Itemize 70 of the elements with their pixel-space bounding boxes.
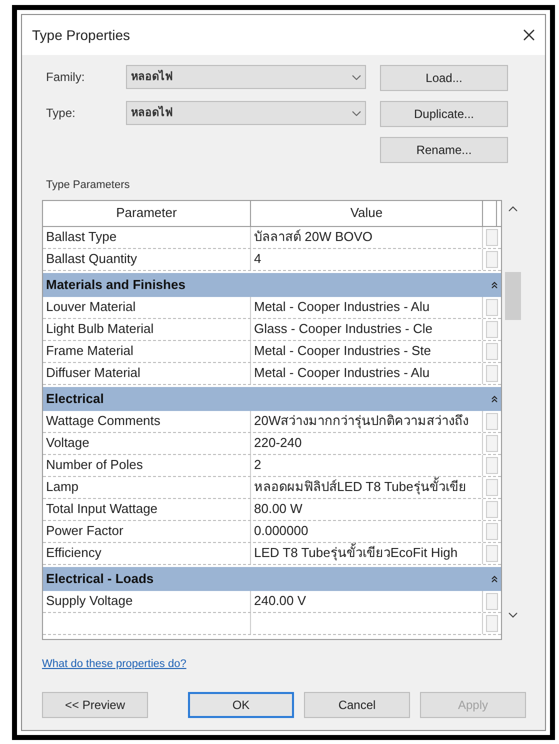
- cell-button[interactable]: [486, 250, 498, 268]
- table-cell: 220-240: [251, 432, 483, 454]
- table-cell: 80.00 W: [251, 498, 483, 520]
- field-label: Type:: [46, 105, 76, 122]
- table-cell: 20Wสว่างมากกว่ารุ่นปกติความสว่างถึง: [251, 410, 483, 432]
- cell-button[interactable]: [486, 364, 498, 382]
- group-header[interactable]: Electrical - Loads: [43, 566, 501, 590]
- column-header: Parameter: [43, 200, 251, 226]
- close-icon[interactable]: [523, 29, 535, 41]
- field-label: Family:: [46, 69, 86, 86]
- table-cell: 0.000000: [251, 520, 483, 542]
- dialog-button[interactable]: Cancel: [304, 692, 410, 718]
- cell-button[interactable]: [486, 342, 498, 360]
- cell-button[interactable]: [486, 592, 498, 610]
- table-cell: Lamp: [43, 476, 251, 498]
- table-cell: บัลลาสต์ 20W BOVO: [251, 226, 483, 248]
- cell-button[interactable]: [486, 544, 498, 562]
- column-header: Value: [251, 200, 483, 226]
- dialog-button[interactable]: OK: [188, 692, 294, 718]
- cell-button[interactable]: [486, 228, 498, 246]
- side-button[interactable]: Load...: [380, 65, 508, 91]
- help-link[interactable]: What do these properties do?: [42, 656, 525, 672]
- table-cell: Glass - Cooper Industries - Cle: [251, 318, 483, 340]
- table-cell: Metal - Cooper Industries - Alu: [251, 362, 483, 384]
- group-header[interactable]: Electrical: [43, 386, 501, 410]
- table-cell: หลอดผมฟิลิปส์LED T8 Tubeรุ่นขั้วเขีย: [251, 476, 483, 498]
- collapse-icon[interactable]: [491, 394, 498, 402]
- table-cell: Metal - Cooper Industries - Ste: [251, 340, 483, 362]
- table-cell: Ballast Quantity: [43, 248, 251, 270]
- cell-button[interactable]: [486, 434, 498, 452]
- table-cell: Wattage Comments: [43, 410, 251, 432]
- cell-button[interactable]: [486, 522, 498, 540]
- table-cell: Louver Material: [43, 296, 251, 318]
- scroll-down-icon[interactable]: [508, 612, 518, 618]
- cell-button[interactable]: [486, 500, 498, 518]
- cell-button[interactable]: [486, 456, 498, 474]
- table-cell: Metal - Cooper Industries - Alu: [251, 296, 483, 318]
- scroll-up-icon[interactable]: [508, 206, 518, 212]
- table-cell: Total Input Wattage: [43, 498, 251, 520]
- table-cell: Diffuser Material: [43, 362, 251, 384]
- group-header[interactable]: Materials and Finishes: [43, 272, 501, 296]
- dropdown[interactable]: หลอดไฟ: [126, 101, 366, 125]
- table-cell: Light Bulb Material: [43, 318, 251, 340]
- cell-button[interactable]: [486, 298, 498, 316]
- collapse-icon[interactable]: [491, 280, 498, 288]
- table-cell: LED T8 Tubeรุ่นขั้วเขียวEcoFit High: [251, 542, 483, 564]
- cell-button[interactable]: [486, 614, 498, 632]
- window-title: Type Properties: [32, 26, 130, 45]
- table-cell: Supply Voltage: [43, 590, 251, 612]
- table-cell: 2: [251, 454, 483, 476]
- dialog-button[interactable]: << Preview: [42, 692, 148, 718]
- caret-icon: [352, 110, 361, 116]
- dropdown[interactable]: หลอดไฟ: [126, 65, 366, 89]
- cell-button[interactable]: [486, 412, 498, 430]
- scroll-thumb[interactable]: [505, 272, 521, 320]
- table-cell: Efficiency: [43, 542, 251, 564]
- cell-button[interactable]: [486, 320, 498, 338]
- table-cell: Frame Material: [43, 340, 251, 362]
- table-cell: Power Factor: [43, 520, 251, 542]
- table-cell: Voltage: [43, 432, 251, 454]
- section-label: Type Parameters: [46, 178, 131, 193]
- table-cell: Ballast Type: [43, 226, 251, 248]
- table-cell: 240.00 V: [251, 590, 483, 612]
- table-cell: Number of Poles: [43, 454, 251, 476]
- collapse-icon[interactable]: [491, 574, 498, 582]
- table-cell: 4: [251, 248, 483, 270]
- caret-icon: [352, 74, 361, 80]
- side-button[interactable]: Duplicate...: [380, 101, 508, 127]
- cell-button[interactable]: [486, 478, 498, 496]
- side-button[interactable]: Rename...: [380, 137, 508, 163]
